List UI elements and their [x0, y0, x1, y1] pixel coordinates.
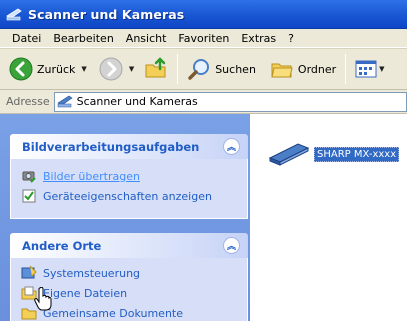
- back-dropdown-icon[interactable]: ▼: [81, 65, 86, 73]
- properties-icon: [22, 189, 36, 203]
- hand-pointer-icon: [34, 287, 52, 311]
- address-input[interactable]: Scanner und Kameras: [53, 91, 407, 112]
- back-arrow-icon: [9, 57, 33, 81]
- search-label: Suchen: [215, 62, 256, 76]
- window-title: Scanner und Kameras: [28, 6, 185, 22]
- address-bar: Adresse Scanner und Kameras: [0, 90, 407, 114]
- search-icon: [188, 59, 210, 80]
- task-pane: Bildverarbeitungsaufgaben ︽ Bilder übert…: [0, 114, 250, 321]
- task-device-properties-label: Geräteeigenschaften anzeigen: [43, 189, 212, 203]
- place-control-panel-label: Systemsteuerung: [43, 266, 141, 280]
- scanner-icon: [268, 143, 310, 166]
- collapse-chevron-icon[interactable]: ︽: [223, 138, 240, 155]
- place-control-panel[interactable]: Systemsteuerung: [21, 263, 237, 283]
- other-places-title: Andere Orte: [22, 238, 102, 253]
- forward-dropdown-icon[interactable]: ▼: [129, 65, 134, 73]
- menu-datei[interactable]: Datei: [6, 32, 47, 45]
- task-transfer-images-label: Bilder übertragen: [43, 169, 140, 183]
- scanner-icon: [6, 8, 22, 21]
- task-device-properties[interactable]: Geräteeigenschaften anzeigen: [21, 186, 237, 206]
- view-icon: [355, 60, 377, 78]
- image-tasks-body: Bilder übertragen Geräteeigenschaften an…: [10, 159, 248, 219]
- folders-label: Ordner: [297, 62, 337, 76]
- menu-bar: Datei Bearbeiten Ansicht Favoriten Extra…: [0, 29, 407, 48]
- address-value: Scanner und Kameras: [76, 95, 198, 108]
- forward-button[interactable]: ▼: [96, 52, 137, 86]
- menu-favoriten[interactable]: Favoriten: [172, 32, 235, 45]
- device-label: SHARP MX-xxxx: [314, 146, 400, 162]
- view-dropdown-icon[interactable]: ▼: [379, 65, 384, 73]
- menu-bearbeiten[interactable]: Bearbeiten: [47, 32, 119, 45]
- content-area: SHARP MX-xxxx: [250, 114, 407, 321]
- place-shared-documents-label: Gemeinsame Dokumente: [43, 306, 183, 320]
- place-my-documents-label: Eigene Dateien: [43, 286, 128, 300]
- back-label: Zurück: [37, 62, 76, 76]
- title-bar: Scanner und Kameras: [0, 0, 407, 29]
- folders-button[interactable]: Ordner: [267, 52, 339, 86]
- device-item[interactable]: SHARP MX-xxxx: [268, 142, 400, 166]
- view-button[interactable]: ▼: [352, 52, 387, 86]
- menu-help[interactable]: ?: [282, 32, 300, 45]
- scanner-icon: [56, 95, 73, 107]
- control-panel-icon: [21, 265, 37, 279]
- collapse-chevron-icon[interactable]: ︽: [223, 237, 240, 254]
- toolbar-separator: [345, 54, 347, 84]
- toolbar-separator: [177, 54, 179, 84]
- image-tasks-title: Bildverarbeitungsaufgaben: [22, 139, 200, 154]
- up-folder-icon: [145, 57, 166, 78]
- toolbar: Zurück ▼ ▼ Suchen Ordner ▼: [0, 48, 407, 90]
- menu-ansicht[interactable]: Ansicht: [120, 32, 173, 45]
- menu-extras[interactable]: Extras: [235, 32, 282, 45]
- forward-arrow-icon: [99, 57, 123, 81]
- address-label: Adresse: [6, 95, 50, 108]
- back-button[interactable]: Zurück ▼: [6, 52, 90, 86]
- folders-icon: [271, 63, 293, 78]
- place-my-documents[interactable]: Eigene Dateien: [21, 283, 237, 303]
- image-tasks-panel: Bildverarbeitungsaufgaben ︽ Bilder übert…: [10, 134, 248, 219]
- task-transfer-images[interactable]: Bilder übertragen: [21, 166, 237, 186]
- up-folder-button[interactable]: [141, 52, 171, 86]
- place-shared-documents[interactable]: Gemeinsame Dokumente: [21, 303, 237, 321]
- image-tasks-header[interactable]: Bildverarbeitungsaufgaben ︽: [10, 134, 248, 159]
- other-places-header[interactable]: Andere Orte ︽: [10, 233, 248, 258]
- search-button[interactable]: Suchen: [184, 52, 259, 86]
- camera-transfer-icon: [22, 171, 36, 183]
